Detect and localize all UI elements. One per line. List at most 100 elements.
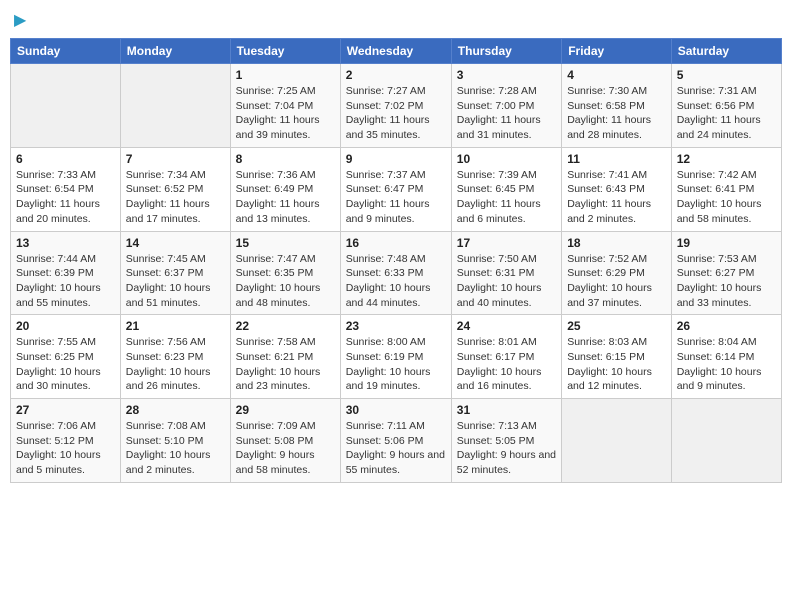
column-header-tuesday: Tuesday (230, 39, 340, 64)
calendar-day: 11 Sunrise: 7:41 AMSunset: 6:43 PMDayligh… (562, 147, 672, 231)
day-info: Sunrise: 7:56 AMSunset: 6:23 PMDaylight:… (126, 335, 225, 394)
column-header-thursday: Thursday (451, 39, 561, 64)
calendar-day: 24Sunrise: 8:01 AMSunset: 6:17 PMDayligh… (451, 315, 561, 399)
day-info: Sunrise: 7:37 AMSunset: 6:47 PMDaylight:… (346, 168, 446, 227)
day-number: 29 (236, 403, 335, 417)
day-number: 8 (236, 152, 335, 166)
day-number: 12 (677, 152, 776, 166)
calendar-day: 15 Sunrise: 7:47 AMSunset: 6:35 PMDayligh… (230, 231, 340, 315)
calendar-day: 29 Sunrise: 7:09 AMSunset: 5:08 PMDayligh… (230, 399, 340, 483)
day-info: Sunrise: 7:36 AMSunset: 6:49 PMDaylight:… (236, 168, 335, 227)
day-info: Sunrise: 7:25 AMSunset: 7:04 PMDaylight:… (236, 84, 335, 143)
day-number: 21 (126, 319, 225, 333)
column-header-wednesday: Wednesday (340, 39, 451, 64)
calendar-day: 10 Sunrise: 7:39 AMSunset: 6:45 PMDayligh… (451, 147, 561, 231)
day-number: 28 (126, 403, 225, 417)
calendar-day: 14 Sunrise: 7:45 AMSunset: 6:37 PMDayligh… (120, 231, 230, 315)
calendar-week-3: 13 Sunrise: 7:44 AMSunset: 6:39 PMDayligh… (11, 231, 782, 315)
day-number: 11 (567, 152, 666, 166)
calendar-week-1: 1 Sunrise: 7:25 AMSunset: 7:04 PMDaylight… (11, 64, 782, 148)
calendar-day: 27Sunrise: 7:06 AMSunset: 5:12 PMDayligh… (11, 399, 121, 483)
day-info: Sunrise: 7:09 AMSunset: 5:08 PMDaylight:… (236, 419, 335, 478)
day-number: 9 (346, 152, 446, 166)
day-info: Sunrise: 7:41 AMSunset: 6:43 PMDaylight:… (567, 168, 666, 227)
day-info: Sunrise: 7:27 AMSunset: 7:02 PMDaylight:… (346, 84, 446, 143)
calendar-week-2: 6 Sunrise: 7:33 AMSunset: 6:54 PMDaylight… (11, 147, 782, 231)
calendar-day: 9 Sunrise: 7:37 AMSunset: 6:47 PMDaylight… (340, 147, 451, 231)
day-number: 23 (346, 319, 446, 333)
day-number: 22 (236, 319, 335, 333)
day-info: Sunrise: 8:04 AMSunset: 6:14 PMDaylight:… (677, 335, 776, 394)
calendar-day: 1 Sunrise: 7:25 AMSunset: 7:04 PMDaylight… (230, 64, 340, 148)
column-header-sunday: Sunday (11, 39, 121, 64)
column-header-saturday: Saturday (671, 39, 781, 64)
day-number: 6 (16, 152, 115, 166)
calendar-day: 31Sunrise: 7:13 AMSunset: 5:05 PMDayligh… (451, 399, 561, 483)
day-number: 24 (457, 319, 556, 333)
calendar-day: 5 Sunrise: 7:31 AMSunset: 6:56 PMDaylight… (671, 64, 781, 148)
calendar-day: 12 Sunrise: 7:42 AMSunset: 6:41 PMDayligh… (671, 147, 781, 231)
day-number: 30 (346, 403, 446, 417)
calendar-day: 17 Sunrise: 7:50 AMSunset: 6:31 PMDayligh… (451, 231, 561, 315)
calendar-day: 8 Sunrise: 7:36 AMSunset: 6:49 PMDaylight… (230, 147, 340, 231)
calendar-day: 30Sunrise: 7:11 AMSunset: 5:06 PMDayligh… (340, 399, 451, 483)
calendar-week-4: 20Sunrise: 7:55 AMSunset: 6:25 PMDayligh… (11, 315, 782, 399)
calendar-day: 22 Sunrise: 7:58 AMSunset: 6:21 PMDayligh… (230, 315, 340, 399)
calendar-day (120, 64, 230, 148)
day-info: Sunrise: 7:31 AMSunset: 6:56 PMDaylight:… (677, 84, 776, 143)
logo: ▶ (14, 10, 26, 30)
day-info: Sunrise: 7:42 AMSunset: 6:41 PMDaylight:… (677, 168, 776, 227)
calendar-week-5: 27Sunrise: 7:06 AMSunset: 5:12 PMDayligh… (11, 399, 782, 483)
calendar-day (562, 399, 672, 483)
day-number: 1 (236, 68, 335, 82)
day-info: Sunrise: 7:58 AMSunset: 6:21 PMDaylight:… (236, 335, 335, 394)
day-info: Sunrise: 7:52 AMSunset: 6:29 PMDaylight:… (567, 252, 666, 311)
calendar-day: 25 Sunrise: 8:03 AMSunset: 6:15 PMDayligh… (562, 315, 672, 399)
day-info: Sunrise: 8:03 AMSunset: 6:15 PMDaylight:… (567, 335, 666, 394)
day-info: Sunrise: 7:53 AMSunset: 6:27 PMDaylight:… (677, 252, 776, 311)
day-number: 26 (677, 319, 776, 333)
calendar-day (11, 64, 121, 148)
day-number: 25 (567, 319, 666, 333)
day-number: 14 (126, 236, 225, 250)
page-header: ▶ (10, 10, 782, 30)
day-number: 20 (16, 319, 115, 333)
day-info: Sunrise: 7:47 AMSunset: 6:35 PMDaylight:… (236, 252, 335, 311)
day-number: 31 (457, 403, 556, 417)
logo-bird-icon: ▶ (14, 10, 26, 30)
calendar-day: 26 Sunrise: 8:04 AMSunset: 6:14 PMDayligh… (671, 315, 781, 399)
day-number: 10 (457, 152, 556, 166)
calendar-day: 13 Sunrise: 7:44 AMSunset: 6:39 PMDayligh… (11, 231, 121, 315)
calendar-day: 4Sunrise: 7:30 AMSunset: 6:58 PMDaylight… (562, 64, 672, 148)
day-info: Sunrise: 7:39 AMSunset: 6:45 PMDaylight:… (457, 168, 556, 227)
day-number: 7 (126, 152, 225, 166)
calendar-day: 20Sunrise: 7:55 AMSunset: 6:25 PMDayligh… (11, 315, 121, 399)
day-info: Sunrise: 7:45 AMSunset: 6:37 PMDaylight:… (126, 252, 225, 311)
calendar-day: 2 Sunrise: 7:27 AMSunset: 7:02 PMDaylight… (340, 64, 451, 148)
column-header-monday: Monday (120, 39, 230, 64)
day-info: Sunrise: 7:44 AMSunset: 6:39 PMDaylight:… (16, 252, 115, 311)
day-number: 15 (236, 236, 335, 250)
day-number: 27 (16, 403, 115, 417)
calendar-day: 28 Sunrise: 7:08 AMSunset: 5:10 PMDayligh… (120, 399, 230, 483)
day-number: 19 (677, 236, 776, 250)
calendar-day: 21 Sunrise: 7:56 AMSunset: 6:23 PMDayligh… (120, 315, 230, 399)
day-info: Sunrise: 7:48 AMSunset: 6:33 PMDaylight:… (346, 252, 446, 311)
day-info: Sunrise: 7:50 AMSunset: 6:31 PMDaylight:… (457, 252, 556, 311)
calendar-day: 7Sunrise: 7:34 AMSunset: 6:52 PMDaylight… (120, 147, 230, 231)
day-number: 2 (346, 68, 446, 82)
day-number: 17 (457, 236, 556, 250)
day-number: 16 (346, 236, 446, 250)
day-info: Sunrise: 7:28 AMSunset: 7:00 PMDaylight:… (457, 84, 556, 143)
calendar-table: SundayMondayTuesdayWednesdayThursdayFrid… (10, 38, 782, 483)
calendar-day: 6 Sunrise: 7:33 AMSunset: 6:54 PMDaylight… (11, 147, 121, 231)
day-number: 13 (16, 236, 115, 250)
column-header-friday: Friday (562, 39, 672, 64)
calendar-day: 19 Sunrise: 7:53 AMSunset: 6:27 PMDayligh… (671, 231, 781, 315)
day-number: 5 (677, 68, 776, 82)
day-number: 18 (567, 236, 666, 250)
day-info: Sunrise: 7:08 AMSunset: 5:10 PMDaylight:… (126, 419, 225, 478)
day-number: 3 (457, 68, 556, 82)
calendar-day: 16 Sunrise: 7:48 AMSunset: 6:33 PMDayligh… (340, 231, 451, 315)
day-info: Sunrise: 7:33 AMSunset: 6:54 PMDaylight:… (16, 168, 115, 227)
